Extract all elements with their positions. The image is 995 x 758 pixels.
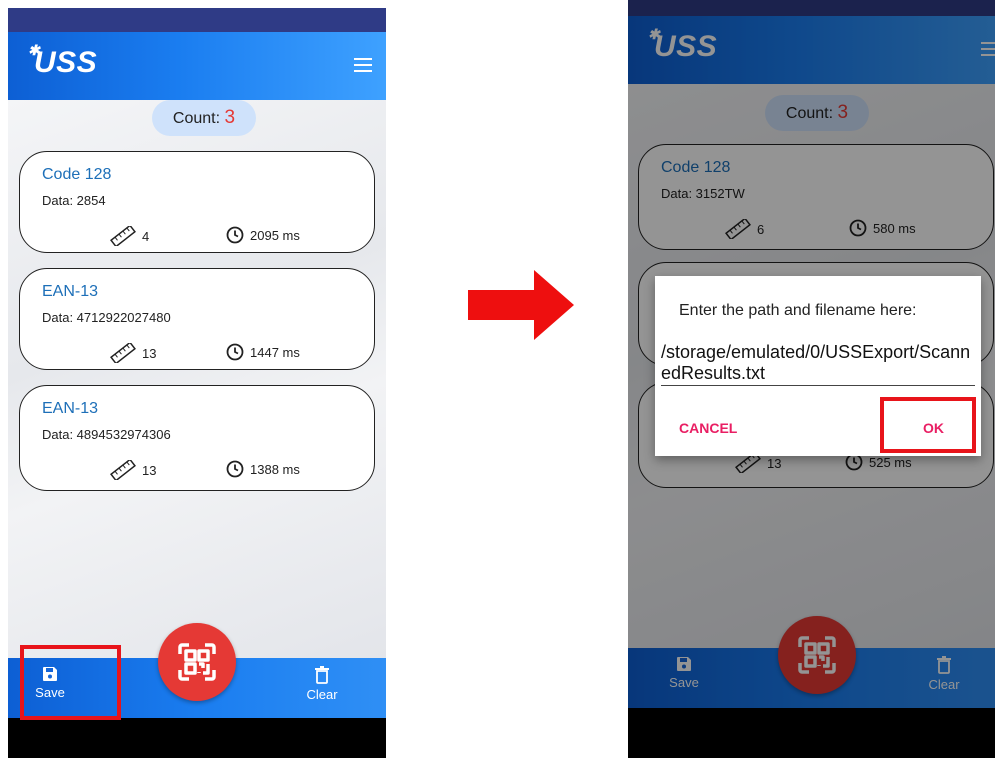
- ruler-icon: [110, 343, 136, 363]
- ok-highlight-box: [880, 397, 976, 453]
- ruler-icon: [110, 226, 136, 246]
- qr-scan-icon: [178, 643, 216, 681]
- count-badge: Count: 3: [152, 100, 256, 136]
- count-value: 3: [224, 107, 236, 128]
- clock-icon: [226, 226, 244, 244]
- arrow-right-icon: [468, 270, 574, 340]
- dialog-prompt: Enter the path and filename here:: [679, 302, 917, 319]
- scan-button[interactable]: [158, 623, 236, 701]
- length-value: 4: [142, 228, 150, 244]
- result-card[interactable]: EAN-13 Data: 4894532974306 13 1388 ms: [19, 385, 375, 491]
- time-value: 1388 ms: [250, 461, 300, 477]
- ruler-icon: [110, 460, 136, 480]
- status-bar: [8, 8, 386, 32]
- clear-label: Clear: [306, 687, 338, 702]
- length-info: 4: [110, 226, 149, 246]
- clock-icon: [226, 343, 244, 361]
- app-logo: ✱ USS: [28, 42, 98, 79]
- time-value: 2095 ms: [250, 227, 300, 243]
- length-info: 13: [110, 343, 156, 363]
- barcode-type: EAN-13: [42, 283, 99, 300]
- count-label: Count:: [172, 110, 221, 127]
- save-highlight-box: [20, 645, 121, 720]
- path-input[interactable]: /storage/emulated/0/USSExport/ScannedRes…: [661, 342, 975, 386]
- barcode-data: Data: 4712922027480: [42, 310, 171, 325]
- barcode-data: Data: 4894532974306: [42, 427, 171, 442]
- time-info: 1388 ms: [226, 460, 300, 478]
- length-value: 13: [142, 345, 157, 361]
- clock-icon: [226, 460, 244, 478]
- system-nav-bar: [8, 718, 386, 758]
- app-bar: ✱ USS: [8, 32, 386, 100]
- cancel-button[interactable]: CANCEL: [679, 420, 737, 436]
- clear-button[interactable]: Clear: [292, 666, 352, 702]
- time-value: 1447 ms: [250, 344, 300, 360]
- length-info: 13: [110, 460, 156, 480]
- barcode-type: EAN-13: [42, 400, 99, 417]
- length-value: 13: [142, 462, 157, 478]
- time-info: 1447 ms: [226, 343, 300, 361]
- time-info: 2095 ms: [226, 226, 300, 244]
- menu-icon[interactable]: [354, 58, 372, 72]
- result-card[interactable]: EAN-13 Data: 4712922027480 13 1447 ms: [19, 268, 375, 370]
- result-card[interactable]: Code 128 Data: 2854 4 2095 ms: [19, 151, 375, 253]
- barcode-data: Data: 2854: [42, 193, 106, 208]
- right-phone-screen: ✱ USS Count: 3 Code 128 Data: 3152TW 6 58…: [628, 0, 995, 758]
- barcode-type: Code 128: [42, 166, 112, 183]
- trash-icon: [315, 666, 329, 684]
